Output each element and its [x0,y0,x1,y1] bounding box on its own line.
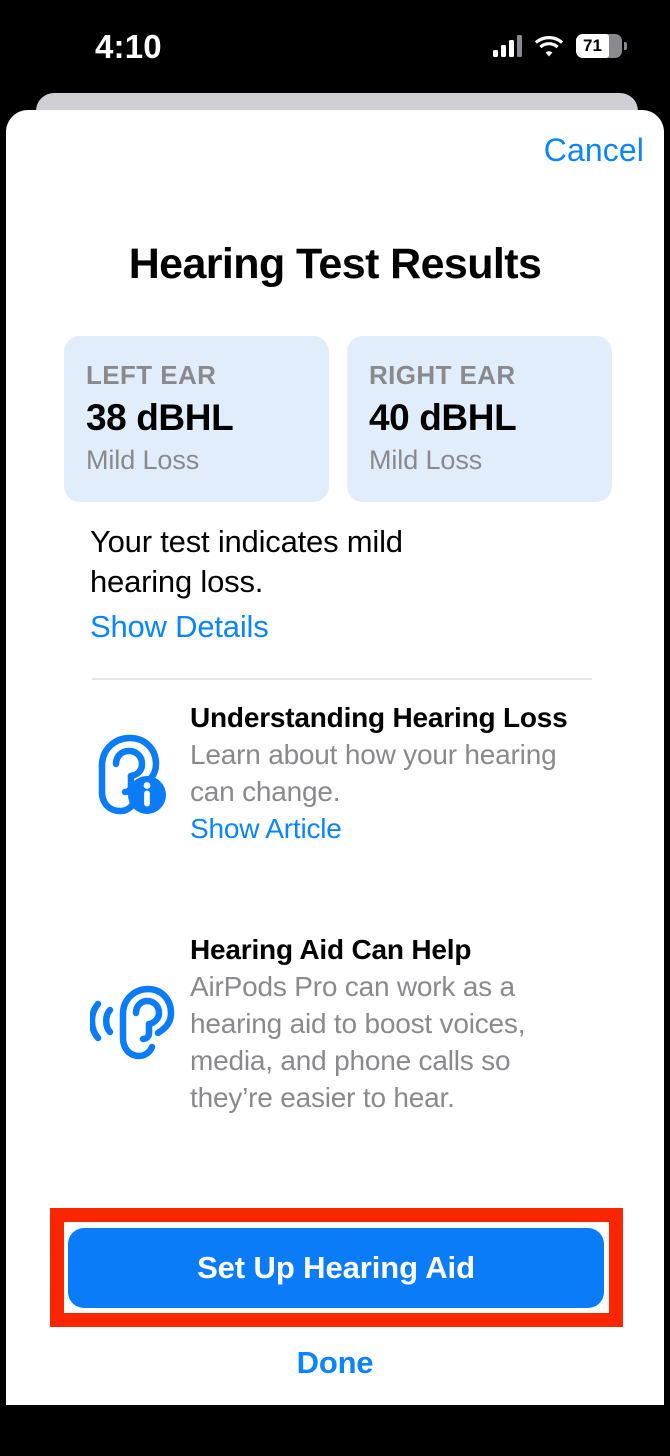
section-divider [92,678,592,680]
info-row-understanding-hearing-loss: Understanding Hearing Loss Learn about h… [90,700,600,848]
wifi-icon [534,35,564,58]
summary-block: Your test indicates mild hearing loss. S… [90,522,510,645]
home-indicator[interactable] [217,1431,453,1441]
status-bar-indicators: 71 [493,31,627,61]
set-up-hearing-aid-button[interactable]: Set Up Hearing Aid [68,1228,604,1308]
info-description: Learn about how your hearing can change. [190,739,557,807]
page-title: Hearing Test Results [128,240,542,288]
show-details-link[interactable]: Show Details [90,609,269,645]
show-article-link[interactable]: Show Article [190,810,342,848]
phone-screen: 4:10 71 Cancel Hearing Test Results LEFT… [0,0,670,1456]
left-ear-label: LEFT EAR [86,360,217,390]
done-button[interactable]: Done [0,1345,670,1381]
info-title: Hearing Aid Can Help [190,934,472,965]
left-ear-severity: Mild Loss [86,445,200,475]
cellular-signal-icon [493,35,522,57]
right-ear-value: 40 dBHL [369,397,517,438]
left-ear-result-card: LEFT EAR 38 dBHL Mild Loss [64,336,329,502]
battery-icon: 71 [576,34,627,58]
ear-info-icon [90,730,190,818]
status-bar: 4:10 71 [0,0,670,95]
right-ear-label: RIGHT EAR [369,360,516,390]
info-row-hearing-aid-can-help: Hearing Aid Can Help AirPods Pro can wor… [90,932,600,1116]
battery-percent-label: 71 [583,36,602,55]
info-description: AirPods Pro can work as a hearing aid to… [190,971,526,1113]
right-ear-result-card: RIGHT EAR 40 dBHL Mild Loss [347,336,612,502]
ear-results-group: LEFT EAR 38 dBHL Mild Loss RIGHT EAR 40 … [64,336,612,502]
cancel-button[interactable]: Cancel [544,132,644,169]
info-body: Hearing Aid Can Help AirPods Pro can wor… [190,932,600,1116]
left-ear-value: 38 dBHL [86,397,234,438]
status-bar-time: 4:10 [95,28,162,65]
info-body: Understanding Hearing Loss Learn about h… [190,700,600,848]
summary-text: Your test indicates mild hearing loss. [90,524,403,599]
right-ear-severity: Mild Loss [369,445,483,475]
info-title: Understanding Hearing Loss [190,702,568,733]
ear-sound-waves-icon [90,982,190,1066]
